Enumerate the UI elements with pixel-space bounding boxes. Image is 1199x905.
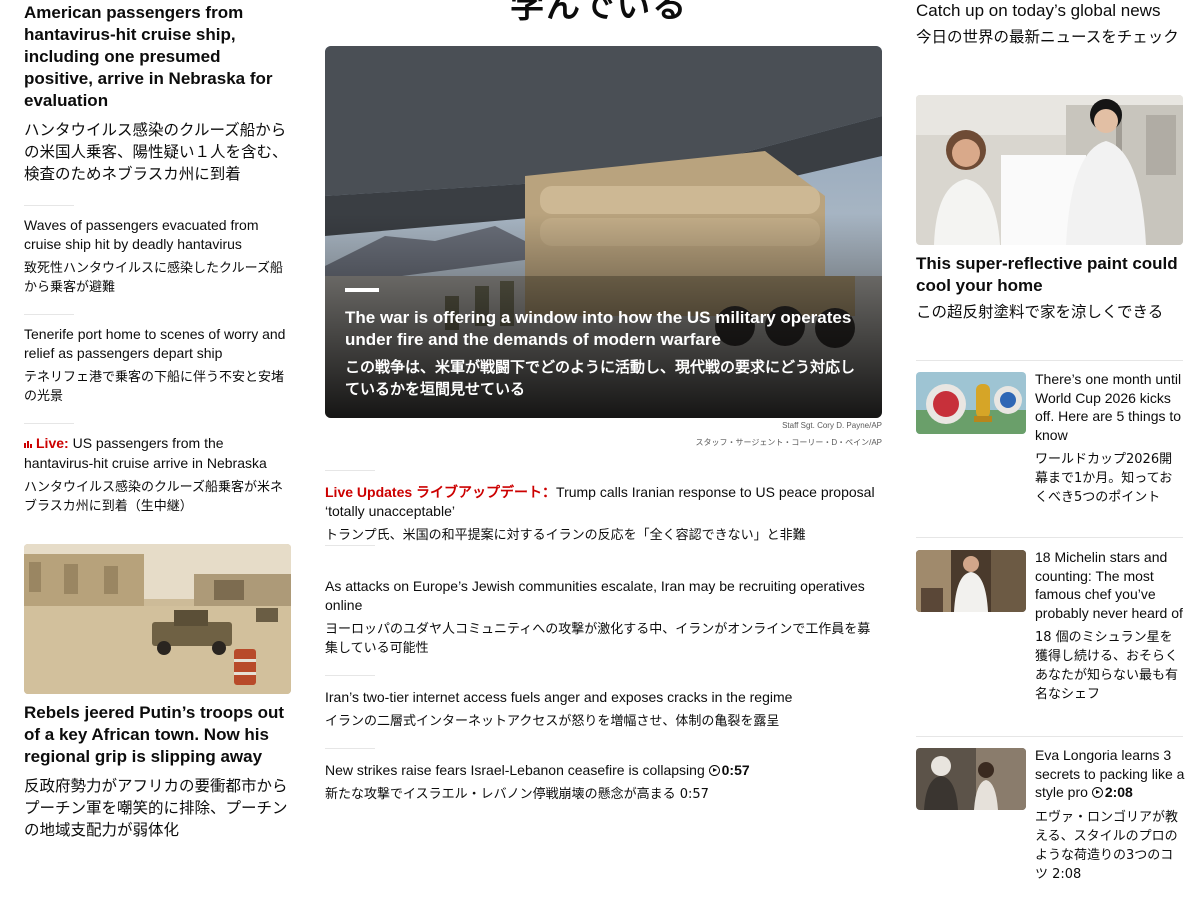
divider xyxy=(325,675,375,676)
right-column: Catch up on today’s global news 今日の世界の最新… xyxy=(916,0,1183,48)
item-title-en[interactable]: There’s one month until World Cup 2026 k… xyxy=(1035,370,1185,444)
photo-credit-ja: スタッフ・サージェント・コーリー・D・ペイン/AP xyxy=(695,438,882,447)
list-item[interactable]: Waves of passengers evacuated from cruis… xyxy=(24,216,292,297)
list-item[interactable]: Tenerife port home to scenes of worry an… xyxy=(24,325,292,406)
rebels-truck-image[interactable] xyxy=(24,543,291,694)
item-title-en[interactable]: Tenerife port home to scenes of worry an… xyxy=(24,325,292,363)
list-item[interactable]: As attacks on Europe’s Jewish communitie… xyxy=(325,577,882,658)
video-duration: 0:57 xyxy=(721,762,750,778)
lead-story-left[interactable]: American passengers from hantavirus-hit … xyxy=(24,2,292,185)
item-title-en[interactable]: New strikes raise fears Israel-Lebanon c… xyxy=(325,762,705,778)
photo-credit-en: Staff Sgt. Cory D. Payne/AP xyxy=(782,421,882,430)
feature-story[interactable]: This super-reflective paint could cool y… xyxy=(916,95,1183,323)
divider xyxy=(24,314,74,315)
live-label: Live: xyxy=(36,435,69,451)
eva-longoria-thumbnail[interactable] xyxy=(916,748,1026,810)
list-item-thumb[interactable]: There’s one month until World Cup 2026 k… xyxy=(916,370,1183,530)
list-item[interactable]: Iran’s two-tier internet access fuels an… xyxy=(325,688,882,731)
item-title-en[interactable]: Waves of passengers evacuated from cruis… xyxy=(24,216,292,254)
video-duration: 2:08 xyxy=(1104,784,1133,800)
section-title-en[interactable]: Catch up on today’s global news xyxy=(916,0,1183,22)
hero-title-en[interactable]: The war is offering a window into how th… xyxy=(345,307,865,351)
divider xyxy=(325,470,375,471)
divider xyxy=(916,360,1183,361)
list-item-video[interactable]: New strikes raise fears Israel-Lebanon c… xyxy=(325,761,882,804)
live-updates-label-ja: ライブアップデート： xyxy=(416,484,557,500)
lead-title-en[interactable]: American passengers from hantavirus-hit … xyxy=(24,2,292,112)
divider xyxy=(916,736,1183,737)
section-title-ja[interactable]: 今日の世界の最新ニュースをチェック xyxy=(916,26,1183,48)
feature-title-en[interactable]: This super-reflective paint could cool y… xyxy=(916,253,1183,297)
reflective-paint-image[interactable] xyxy=(916,95,1183,245)
item-title-ja[interactable]: 新たな攻撃でイスラエル・レバノン停戦崩壊の懸念が高まる 0:57 xyxy=(325,785,882,804)
item-title-ja[interactable]: ハンタウイルス感染のクルーズ船乗客が米ネブラスカ州に到着（生中継） xyxy=(24,478,292,516)
item-title-ja[interactable]: エヴァ・ロンゴリアが教える、スタイルのプロのような荷造りの3つのコツ 2:08 xyxy=(1035,808,1185,884)
partial-headline[interactable]: 学んでいる xyxy=(510,0,688,27)
item-title-ja[interactable]: ワールドカップ2026開幕まで1か月。知っておくべき5つのポイント xyxy=(1035,450,1185,507)
play-icon xyxy=(1091,787,1103,798)
hero-story[interactable]: The war is offering a window into how th… xyxy=(325,46,882,418)
item-title-ja[interactable]: イランの二層式インターネットアクセスが怒りを増幅させ、体制の亀裂を露呈 xyxy=(325,712,882,731)
story-title-en[interactable]: Rebels jeered Putin’s troops out of a ke… xyxy=(24,702,292,768)
story-card[interactable]: Rebels jeered Putin’s troops out of a ke… xyxy=(24,543,292,841)
play-icon xyxy=(708,765,720,776)
chef-thumbnail[interactable] xyxy=(916,550,1026,612)
item-title-ja[interactable]: ヨーロッパのユダヤ人コミュニティへの攻撃が激化する中、イランがオンラインで工作員… xyxy=(325,620,882,658)
live-pulse-icon xyxy=(24,435,34,454)
lead-title-ja[interactable]: ハンタウイルス感染のクルーズ船からの米国人乗客、陽性疑い１人を含む、検査のためネ… xyxy=(24,119,292,185)
item-title-ja[interactable]: トランプ氏、米国の和平提案に対するイランの反応を「全く容認できない」と非難 xyxy=(325,526,882,545)
item-title-ja[interactable]: テネリフェ港で乗客の下船に伴う不安と安堵の光景 xyxy=(24,368,292,406)
item-title-en[interactable]: Iran’s two-tier internet access fuels an… xyxy=(325,688,882,707)
list-item-thumb[interactable]: 18 Michelin stars and counting: The most… xyxy=(916,548,1183,728)
world-cup-thumbnail[interactable] xyxy=(916,372,1026,434)
live-updates-label: Live Updates xyxy=(325,484,413,500)
item-title-en[interactable]: 18 Michelin stars and counting: The most… xyxy=(1035,548,1185,622)
item-title-ja[interactable]: 致死性ハンタウイルスに感染したクルーズ船から乗客が避難 xyxy=(24,259,292,297)
divider xyxy=(325,545,375,546)
item-title-ja[interactable]: 18 個のミシュラン星を獲得し続ける、おそらくあなたが知らない最も有名なシェフ xyxy=(1035,628,1185,704)
divider xyxy=(916,537,1183,538)
divider xyxy=(24,205,74,206)
center-list: Live Updates ライブアップデート：Trump calls Irani… xyxy=(325,470,882,804)
divider xyxy=(325,748,375,749)
feature-title-ja[interactable]: この超反射塗料で家を涼しくできる xyxy=(916,301,1183,323)
list-item-live[interactable]: Live: US passengers from the hantavirus-… xyxy=(24,434,292,516)
story-title-ja[interactable]: 反政府勢力がアフリカの要衝都市からプーチン軍を嘲笑的に排除、プーチンの地域支配力… xyxy=(24,775,292,841)
divider xyxy=(24,423,74,424)
left-column: American passengers from hantavirus-hit … xyxy=(24,0,292,841)
list-item-live-updates[interactable]: Live Updates ライブアップデート：Trump calls Irani… xyxy=(325,483,882,545)
hero-title-ja[interactable]: この戦争は、米軍が戦闘下でどのように活動し、現代戦の要求にどう対応しているかを垣… xyxy=(345,356,865,400)
list-item-thumb-video[interactable]: Eva Longoria learns 3 secrets to packing… xyxy=(916,746,1185,896)
item-title-en[interactable]: As attacks on Europe’s Jewish communitie… xyxy=(325,577,882,615)
hero-accent-bar xyxy=(345,288,379,292)
